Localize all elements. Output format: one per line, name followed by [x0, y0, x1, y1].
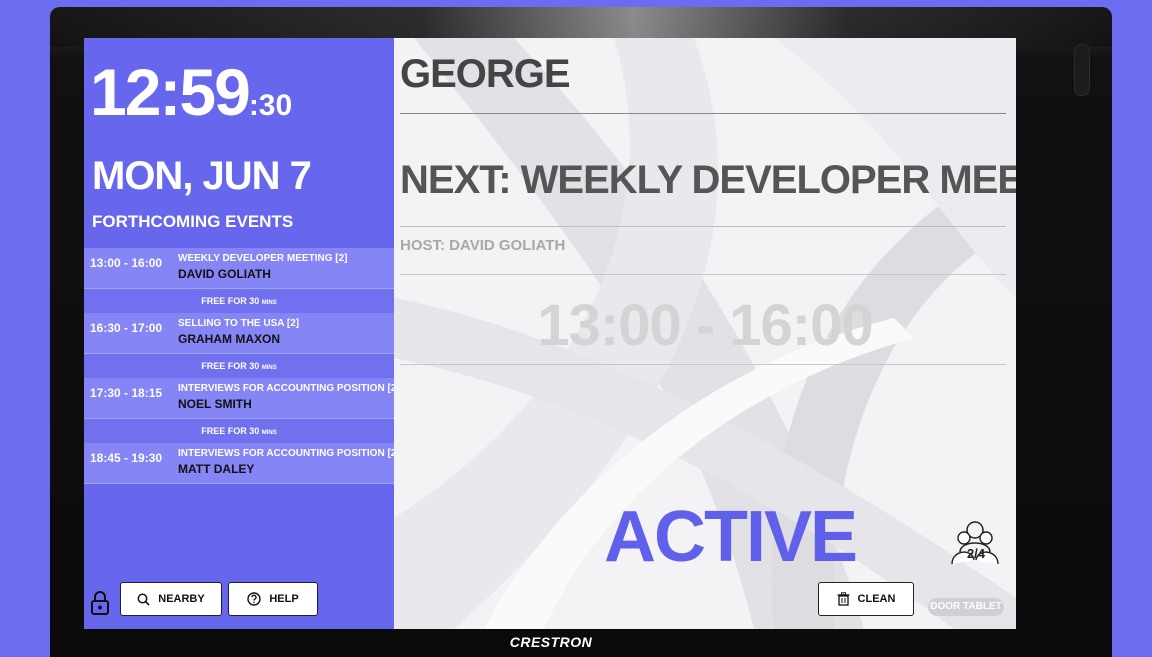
- event-item[interactable]: 13:00 - 16:00 WEEKLY DEVELOPER MEETING […: [84, 248, 394, 289]
- trash-icon: [837, 592, 850, 606]
- divider: [400, 226, 1006, 227]
- camera-sensor: [1074, 44, 1090, 96]
- free-label: FREE FOR 30: [201, 426, 260, 436]
- clean-label: CLEAN: [857, 593, 896, 605]
- free-slot[interactable]: FREE FOR 30 MINS: [84, 289, 394, 313]
- screen: 12:59:30 MON, JUN 7 FORTHCOMING EVENTS 1…: [84, 38, 1016, 629]
- event-item[interactable]: 18:45 - 19:30 INTERVIEWS FOR ACCOUNTING …: [84, 443, 400, 484]
- divider: [400, 113, 1006, 114]
- next-meeting-title: NEXT: WEEKLY DEVELOPER MEETING: [400, 158, 1016, 202]
- free-label: FREE FOR 30: [201, 361, 260, 371]
- nearby-label: NEARBY: [158, 593, 205, 605]
- next-meeting-host: HOST: DAVID GOLIATH: [400, 237, 566, 254]
- free-unit: MINS: [261, 300, 277, 306]
- event-host: GRAHAM MAXON: [178, 332, 280, 346]
- event-title: INTERVIEWS FOR ACCOUNTING POSITION [2]: [178, 448, 400, 459]
- free-label: FREE FOR 30: [201, 296, 260, 306]
- divider: [400, 274, 1006, 275]
- lock-icon[interactable]: [90, 590, 110, 616]
- current-date: MON, JUN 7: [92, 154, 312, 198]
- room-name: GEORGE: [400, 52, 571, 96]
- free-slot[interactable]: FREE FOR 30 MINS: [84, 354, 394, 378]
- help-icon: [247, 592, 262, 606]
- event-list: 13:00 - 16:00 WEEKLY DEVELOPER MEETING […: [84, 248, 400, 484]
- event-title: WEEKLY DEVELOPER MEETING [2]: [178, 253, 348, 264]
- event-title: SELLING TO THE USA [2]: [178, 318, 300, 329]
- room-status: ACTIVE: [604, 497, 858, 577]
- next-meeting-time: 13:00 - 16:00: [537, 293, 873, 358]
- clean-button[interactable]: CLEAN: [818, 582, 914, 616]
- room-panel: GEORGE NEXT: WEEKLY DEVELOPER MEETING HO…: [394, 38, 1016, 629]
- divider: [400, 364, 1006, 365]
- event-time: 18:45 - 19:30: [90, 451, 163, 465]
- help-button[interactable]: HELP: [228, 582, 318, 616]
- schedule-panel: 12:59:30 MON, JUN 7 FORTHCOMING EVENTS 1…: [84, 38, 400, 629]
- free-unit: MINS: [261, 365, 277, 371]
- clock-time: 12:59: [90, 55, 251, 129]
- event-item[interactable]: 17:30 - 18:15 INTERVIEWS FOR ACCOUNTING …: [84, 378, 400, 419]
- event-time: 17:30 - 18:15: [90, 386, 163, 400]
- event-title: INTERVIEWS FOR ACCOUNTING POSITION [2]: [178, 383, 400, 394]
- forthcoming-heading: FORTHCOMING EVENTS: [92, 212, 294, 231]
- event-host: NOEL SMITH: [178, 397, 252, 411]
- free-unit: MINS: [261, 430, 277, 436]
- occupancy-count: 2/4: [966, 546, 986, 561]
- event-item[interactable]: 16:30 - 17:00 SELLING TO THE USA [2] GRA…: [84, 313, 394, 354]
- help-label: HELP: [269, 593, 299, 605]
- search-icon: [137, 593, 150, 606]
- event-host: DAVID GOLIATH: [178, 267, 271, 281]
- clock: 12:59:30: [90, 54, 292, 130]
- free-slot[interactable]: FREE FOR 30 MINS: [84, 419, 394, 443]
- clock-seconds: :30: [248, 89, 293, 122]
- event-host: MATT DALEY: [178, 462, 255, 476]
- event-time: 16:30 - 17:00: [90, 321, 163, 335]
- nearby-button[interactable]: NEARBY: [120, 582, 222, 616]
- device-badge: DOOR TABLET: [928, 598, 1004, 616]
- event-time: 13:00 - 16:00: [90, 256, 163, 270]
- brand-logo: CRESTRON: [509, 634, 593, 650]
